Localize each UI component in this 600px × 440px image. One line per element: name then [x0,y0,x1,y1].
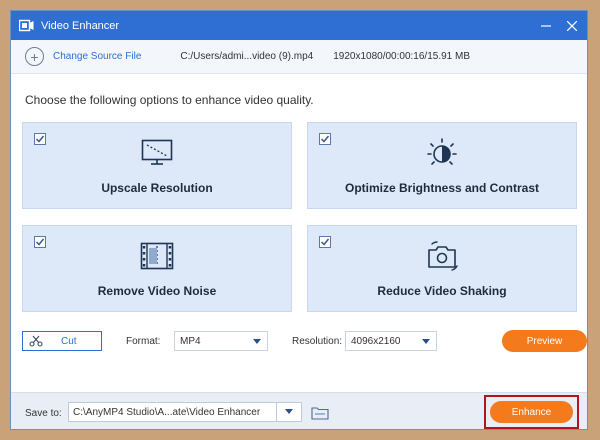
save-to-label: Save to: [25,408,62,419]
optimize-brightness-checkbox[interactable] [319,133,331,145]
chevron-down-icon [253,339,261,344]
app-logo-icon [18,18,34,34]
change-source-label: Change Source File [53,51,142,62]
option-label: Optimize Brightness and Contrast [344,181,540,195]
folder-icon [311,407,329,420]
scissors-icon [29,335,43,347]
upscale-monitor-icon [139,137,175,169]
cut-label: Cut [61,335,77,347]
preview-button[interactable]: Preview [502,330,587,352]
format-label: Format: [126,336,161,347]
resolution-label: Resolution: [292,336,343,347]
enhance-button[interactable]: Enhance [490,401,573,423]
source-bar: + Change Source File C:/Users/admi...vid… [11,40,587,74]
brightness-icon [424,137,460,169]
close-icon [567,20,577,31]
save-path-field[interactable]: C:\AnyMP4 Studio\A...ate\Video Enhancer [68,402,302,422]
checkmark-icon [35,238,45,246]
minimize-icon [541,24,551,27]
format-value: MP4 [180,335,201,347]
resolution-value: 4096x2160 [351,335,401,347]
source-file-path: C:/Users/admi...video (9).mp4 [180,51,314,62]
open-folder-button[interactable] [310,405,330,421]
reduce-video-shaking-checkbox[interactable] [319,236,331,248]
window-title: Video Enhancer [41,19,120,32]
video-enhancer-window: Video Enhancer + Change Source File C:/U… [10,10,588,430]
save-path-dropdown-button[interactable] [276,403,301,421]
controls-row: Cut Format: MP4 Resolution: 4096x2160 Pr… [22,330,587,353]
option-label: Upscale Resolution [101,181,213,195]
cut-button[interactable]: Cut [22,331,102,351]
chevron-down-icon [285,409,293,414]
save-path-value: C:\AnyMP4 Studio\A...ate\Video Enhancer [73,406,261,418]
checkmark-icon [320,135,330,143]
instruction-text: Choose the following options to enhance … [25,93,314,107]
add-circle-icon: + [25,47,44,66]
option-label: Reduce Video Shaking [377,284,507,298]
close-button[interactable] [557,11,587,40]
change-source-file-button[interactable]: + Change Source File [25,47,141,66]
option-upscale-resolution[interactable]: Upscale Resolution [22,122,292,209]
checkmark-icon [320,238,330,246]
film-noise-icon [139,240,175,272]
footer-bar: Save to: C:\AnyMP4 Studio\A...ate\Video … [11,392,587,429]
chevron-down-icon [422,339,430,344]
format-select[interactable]: MP4 [174,331,268,351]
option-reduce-video-shaking[interactable]: Reduce Video Shaking [307,225,577,312]
option-remove-video-noise[interactable]: Remove Video Noise [22,225,292,312]
option-label: Remove Video Noise [97,284,217,298]
option-optimize-brightness[interactable]: Optimize Brightness and Contrast [307,122,577,209]
source-file-info: 1920x1080/00:00:16/15.91 MB [333,51,470,62]
camera-shake-icon [424,240,460,272]
resolution-select[interactable]: 4096x2160 [345,331,437,351]
title-bar: Video Enhancer [11,11,587,40]
enhance-highlight-frame: Enhance [484,395,579,429]
upscale-resolution-checkbox[interactable] [34,133,46,145]
checkmark-icon [35,135,45,143]
remove-video-noise-checkbox[interactable] [34,236,46,248]
